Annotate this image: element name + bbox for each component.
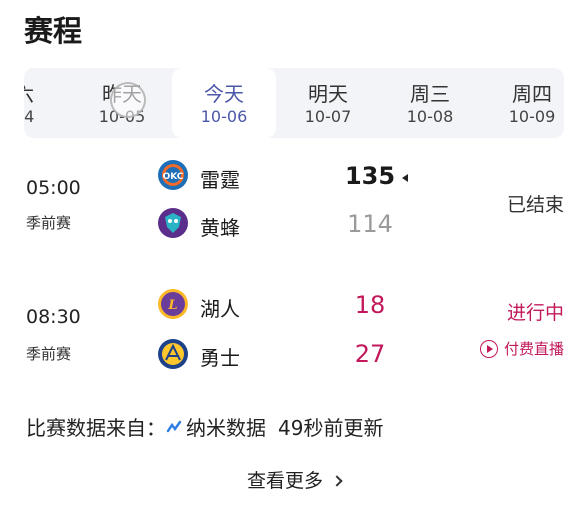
date-tab-label: 六 <box>24 78 64 107</box>
score-away: 114 <box>347 210 393 238</box>
game-card[interactable]: 05:00 季前赛 OKC 雷霆 135 黄蜂 114 已结束 <box>0 150 588 260</box>
paid-live-label: 付费直播 <box>503 340 564 358</box>
chevron-right-icon <box>331 475 343 487</box>
team-name-away: 黄蜂 <box>200 216 240 240</box>
date-tab-label: 明天 <box>308 82 348 106</box>
svg-text:OKC: OKC <box>163 172 184 182</box>
team-name-home: 雷霆 <box>200 168 240 192</box>
lakers-logo-icon: L <box>158 289 188 319</box>
score-home: 135 <box>344 162 396 190</box>
team-name-away: 勇士 <box>200 346 240 370</box>
view-more-label: 查看更多 <box>246 470 323 492</box>
winner-arrow-icon <box>402 174 408 182</box>
paid-live-button[interactable]: 付费直播 <box>479 338 564 359</box>
date-tab-tomorrow[interactable]: 明天 10-07 <box>276 68 380 138</box>
game-status: 已结束 <box>506 194 564 216</box>
score-home: 18 <box>354 291 386 319</box>
date-tab-date: 10-07 <box>304 107 352 126</box>
source-provider: 纳米数据 <box>186 416 266 440</box>
date-tab-label: 周三 <box>410 82 450 106</box>
touch-indicator <box>110 82 146 118</box>
hornets-logo-icon <box>158 208 188 238</box>
game-type: 季前赛 <box>26 345 72 363</box>
view-more-button[interactable]: 查看更多 <box>0 466 588 493</box>
date-tab-saturday[interactable]: 六 04 <box>24 68 64 138</box>
thunder-logo-icon: OKC <box>158 160 188 190</box>
play-icon <box>479 339 498 358</box>
date-tab-label: 今天 <box>204 82 244 106</box>
date-tab-date: 10-09 <box>508 107 556 126</box>
source-prefix: 比赛数据来自： <box>26 416 166 440</box>
date-tab-today[interactable]: 今天 10-06 <box>172 68 276 138</box>
date-tab-date: 04 <box>24 107 35 126</box>
date-tab-label: 周四 <box>512 82 552 106</box>
date-tab-date: 10-06 <box>200 107 248 126</box>
game-card[interactable]: 08:30 季前赛 L 湖人 18 勇士 27 进行中 付费直播 <box>0 278 588 388</box>
page-title: 赛程 <box>24 14 83 48</box>
svg-text:L: L <box>167 298 177 313</box>
data-source-line: 比赛数据来自： 纳米数据 49秒前更新 <box>26 412 383 441</box>
date-tab-date: 10-08 <box>406 107 454 126</box>
nano-data-logo-icon <box>166 420 182 432</box>
warriors-logo-icon <box>158 339 188 369</box>
date-selector: 六 04 昨天 10-05 今天 10-06 明天 10-07 周三 10-08… <box>24 68 564 138</box>
date-tab-wednesday[interactable]: 周三 10-08 <box>378 68 482 138</box>
game-type: 季前赛 <box>26 214 72 232</box>
source-updated: 49秒前更新 <box>278 416 384 440</box>
score-away: 27 <box>354 340 386 368</box>
team-name-home: 湖人 <box>200 297 240 321</box>
game-status: 进行中 <box>506 302 564 324</box>
game-time: 05:00 <box>26 177 81 199</box>
game-time: 08:30 <box>26 306 81 328</box>
date-tab-thursday[interactable]: 周四 10-09 <box>480 68 564 138</box>
